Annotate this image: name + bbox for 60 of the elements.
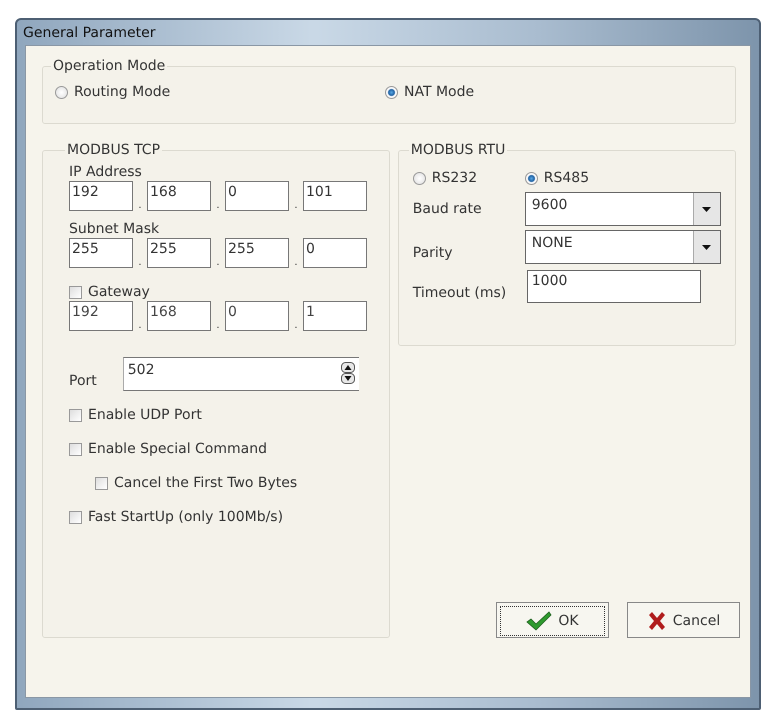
- input-field[interactable]: 192: [69, 181, 133, 211]
- input-field[interactable]: 255: [69, 238, 133, 268]
- field-label: IP Address: [69, 164, 143, 180]
- dropdown-arrow-icon: [702, 206, 712, 212]
- checkbox[interactable]: [69, 442, 82, 456]
- checkbox[interactable]: [69, 286, 82, 298]
- group-title: MODBUS RTU: [410, 142, 506, 158]
- octet-separator: .: [293, 258, 299, 268]
- dropdown-arrow-icon: [702, 244, 712, 250]
- radio-label[interactable]: NAT Mode: [404, 84, 474, 100]
- dialog-button[interactable]: Cancel: [627, 602, 740, 638]
- field-label: Timeout (ms): [412, 284, 508, 300]
- checkbox[interactable]: [69, 510, 82, 524]
- field-label: Port: [69, 373, 97, 391]
- input-field[interactable]: 1: [303, 301, 367, 331]
- input-field[interactable]: 1000: [526, 270, 701, 303]
- spinner-arrows-icon[interactable]: [340, 362, 355, 384]
- checkbox-label[interactable]: Fast StartUp (only 100Mb/s): [88, 509, 284, 525]
- input-field[interactable]: 168: [147, 301, 211, 331]
- checkbox[interactable]: [69, 408, 82, 422]
- octet-separator: .: [137, 201, 143, 211]
- dropdown[interactable]: 9600: [524, 192, 721, 226]
- checkbox-label[interactable]: Gateway: [88, 284, 150, 300]
- checkbox-label[interactable]: Enable Special Command: [88, 441, 267, 457]
- input-field[interactable]: 0: [225, 181, 289, 211]
- dropdown[interactable]: NONE: [524, 230, 721, 264]
- field-label: Subnet Mask: [69, 221, 160, 237]
- radio-label[interactable]: RS485: [544, 170, 590, 186]
- octet-separator: .: [293, 321, 299, 331]
- input-field[interactable]: 0: [303, 238, 367, 268]
- radio-label[interactable]: RS232: [432, 170, 478, 186]
- input-field[interactable]: 255: [225, 238, 289, 268]
- input-field[interactable]: 192: [69, 301, 133, 331]
- octet-separator: .: [137, 321, 143, 331]
- port-spinner[interactable]: 502: [122, 357, 359, 391]
- input-field[interactable]: 255: [147, 238, 211, 268]
- checkbox-label[interactable]: Enable UDP Port: [88, 407, 202, 423]
- octet-separator: .: [137, 258, 143, 268]
- radio-button[interactable]: [412, 172, 426, 184]
- checkmark-icon: [526, 611, 552, 631]
- radio-button[interactable]: [385, 86, 398, 98]
- octet-separator: .: [215, 258, 221, 268]
- radio-button[interactable]: [524, 172, 538, 184]
- radio-label[interactable]: Routing Mode: [74, 84, 170, 100]
- checkbox[interactable]: [95, 476, 108, 490]
- window-title: General Parameter: [23, 24, 156, 40]
- field-label: Parity: [412, 244, 454, 261]
- cross-icon: [646, 611, 667, 631]
- dialog-button[interactable]: OK: [496, 602, 609, 638]
- input-field[interactable]: 101: [303, 181, 367, 211]
- input-field[interactable]: 0: [225, 301, 289, 331]
- input-field[interactable]: 168: [147, 181, 211, 211]
- octet-separator: .: [215, 201, 221, 211]
- field-label: Baud rate: [412, 201, 483, 217]
- group-title: MODBUS TCP: [66, 142, 162, 158]
- octet-separator: .: [293, 201, 299, 211]
- group-title: Operation Mode: [52, 58, 166, 74]
- radio-button[interactable]: [55, 86, 68, 98]
- octet-separator: .: [215, 321, 221, 331]
- checkbox-label[interactable]: Cancel the First Two Bytes: [114, 475, 298, 491]
